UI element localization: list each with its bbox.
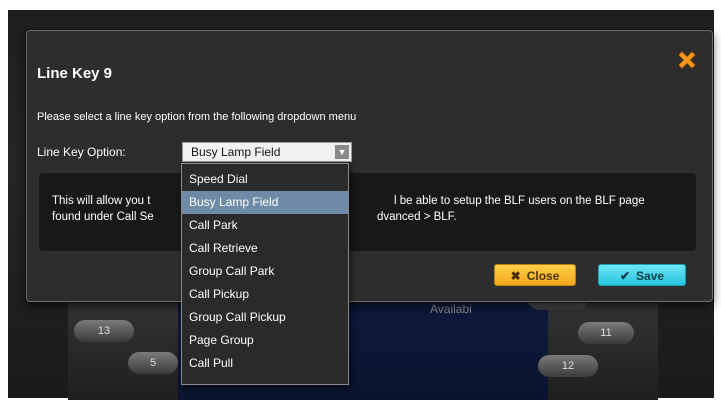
option-group-call-park[interactable]: Group Call Park xyxy=(182,260,348,283)
phone-key-label: 13 xyxy=(97,325,111,337)
close-button[interactable]: ✖ Close xyxy=(494,264,576,286)
info-line-2-right: dvanced > BLF. xyxy=(377,211,457,223)
option-call-park[interactable]: Call Park xyxy=(182,214,348,237)
phone-line-key-12: 12 xyxy=(538,355,598,377)
line-key-dialog: Line Key 9 Please select a line key opti… xyxy=(26,30,713,302)
phone-line-key-13: 13 xyxy=(74,320,134,342)
info-message: This will allow you t l be able to setup… xyxy=(39,173,696,251)
option-call-retrieve[interactable]: Call Retrieve xyxy=(182,237,348,260)
phone-line-key-5: 5 xyxy=(128,352,178,374)
info-line-1-right: l be able to setup the BLF users on the … xyxy=(394,195,645,207)
close-icon[interactable] xyxy=(676,49,698,71)
info-line-2-left: found under Call Se xyxy=(52,211,154,223)
phone-key-label: 12 xyxy=(561,360,575,372)
info-line-1-left: This will allow you t xyxy=(52,195,151,207)
checkmark-icon: ✔ xyxy=(619,269,631,283)
phone-line-key-11: 11 xyxy=(578,322,634,344)
chevron-down-icon[interactable]: ▼ xyxy=(335,145,349,159)
option-group-call-pickup[interactable]: Group Call Pickup xyxy=(182,306,348,329)
phone-key-label: 5 xyxy=(149,357,157,369)
option-call-pull[interactable]: Call Pull xyxy=(182,352,348,375)
x-icon: ✖ xyxy=(510,269,521,283)
save-button[interactable]: ✔ Save xyxy=(598,264,686,286)
line-key-option-list: Speed Dial Busy Lamp Field Call Park Cal… xyxy=(181,163,349,385)
dialog-title: Line Key 9 xyxy=(37,65,113,82)
option-busy-lamp-field[interactable]: Busy Lamp Field xyxy=(182,191,348,214)
option-page-group[interactable]: Page Group xyxy=(182,329,348,352)
dialog-instruction: Please select a line key option from the… xyxy=(37,111,357,123)
option-call-pickup[interactable]: Call Pickup xyxy=(182,283,348,306)
close-button-label: Close xyxy=(526,269,560,283)
save-button-label: Save xyxy=(636,269,665,283)
availability-label: Availabi xyxy=(430,302,472,316)
select-value: Busy Lamp Field xyxy=(191,145,281,159)
line-key-option-select[interactable]: Busy Lamp Field ▼ xyxy=(182,142,352,162)
line-key-option-label: Line Key Option: xyxy=(37,145,126,159)
phone-key-label: 11 xyxy=(600,327,612,339)
option-speed-dial[interactable]: Speed Dial xyxy=(182,168,348,191)
